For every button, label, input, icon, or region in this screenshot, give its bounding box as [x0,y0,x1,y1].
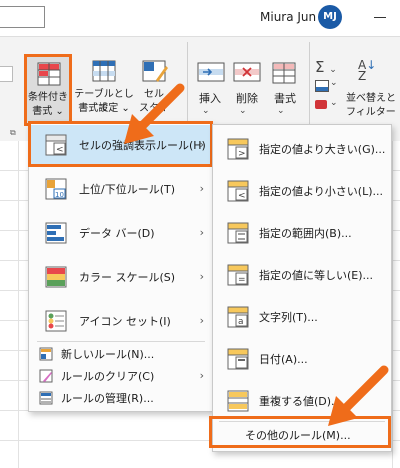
svg-text:a: a [238,317,244,327]
submenu-item-greater-than[interactable]: > 指定の値より大きい(G)... [213,129,391,169]
format-cells-icon [272,62,296,88]
insert-dropdown-icon[interactable]: ⌄ [202,106,210,116]
sort-az-icon: A↓ Z [358,58,377,83]
menu-item-label: 新しいルール(N)... [61,348,155,361]
submenu-item-label: 指定の値に等しい(E)... [259,269,374,282]
menu-item-icon-sets[interactable]: アイコン セット(I) › [29,301,212,341]
submenu-item-less-than[interactable]: < 指定の値より小さい(L)... [213,171,391,211]
menu-item-new-rule[interactable]: 新しいルール(N)... [29,343,212,365]
submenu-item-label: 指定の範囲内(B)... [259,227,352,240]
conditional-formatting-button[interactable]: 条件付き 書式 ⌄ [24,54,72,126]
delete-dropdown-icon[interactable]: ⌄ [239,106,247,116]
menu-item-label: ルールのクリア(C) [61,370,155,383]
dialog-launcher-icon[interactable]: ⧉ [10,128,16,138]
date-occurring-icon [227,348,249,370]
format-dropdown-icon[interactable]: ⌄ [277,106,285,116]
submenu-item-equal-to[interactable]: = 指定の値に等しい(E)... [213,255,391,295]
conditional-formatting-label-2: 書式 ⌄ [32,106,64,117]
duplicate-values-icon [227,390,249,412]
menu-item-manage-rules[interactable]: ルールの管理(R)... [29,387,212,409]
delete-label: 削除 [236,92,258,105]
sort-filter-label-1: 並べ替えと [346,93,396,104]
menu-item-color-scales[interactable]: カラー スケール(S) › [29,257,212,297]
menu-item-clear-rules[interactable]: ルールのクリア(C) › [29,365,212,387]
svg-text:>: > [238,149,246,159]
new-rule-icon [39,347,53,361]
submenu-item-label: 指定の値より小さい(L)... [259,185,383,198]
menu-item-label: カラー スケール(S) [79,271,176,284]
submenu-item-label: 文字列(T)... [259,311,318,324]
ribbon-separator [309,42,310,134]
submenu-item-between[interactable]: 指定の範囲内(B)... [213,213,391,253]
sort-filter-button[interactable]: A↓Z 並べ替えと フィルター ⌄ [344,54,400,132]
menu-item-top-bottom-rules[interactable]: 10 上位/下位ルール(T) › [29,169,212,209]
conditional-format-icon [37,62,61,86]
minimize-icon[interactable] [374,17,386,18]
table-icon [92,60,116,86]
grid-col-line [18,141,19,468]
conditional-formatting-label-1: 条件付き [28,92,68,103]
fill-dropdown-icon[interactable]: ⌄ [330,78,338,88]
between-icon [227,222,249,244]
menu-item-data-bars[interactable]: データ バー(D) › [29,213,212,253]
data-bars-icon [45,222,67,244]
submenu-item-label: 日付(A)... [259,353,308,366]
search-box[interactable] [0,6,45,28]
user-name: Miura Jun [260,10,317,24]
text-contains-icon: a [227,306,249,328]
clear-icon[interactable] [315,100,327,109]
format-button[interactable]: 書式 [267,54,303,126]
icon-sets-icon [45,310,67,332]
color-scales-icon [45,266,67,288]
top-bottom-icon: 10 [45,178,67,200]
menu-item-label: アイコン セット(I) [79,315,171,328]
menu-item-label: ルールの管理(R)... [61,392,154,405]
menu-item-label: データ バー(D) [79,227,155,240]
equal-to-icon: = [227,264,249,286]
avatar[interactable]: MJ [318,5,342,29]
less-than-icon: < [227,180,249,202]
delete-cells-icon [233,62,261,86]
submenu-arrow-icon: › [199,314,204,327]
fill-icon[interactable] [315,80,329,92]
clear-dropdown-icon[interactable]: ⌄ [330,98,338,108]
menu-item-label: 上位/下位ルール(T) [79,183,176,196]
pointer-arrow-icon [328,365,389,426]
submenu-arrow-icon: › [199,226,204,239]
clear-rules-icon [39,369,53,383]
submenu-item-text-contains[interactable]: a 文字列(T)... [213,297,391,337]
svg-text:=: = [238,275,246,285]
format-label: 書式 [274,92,296,105]
svg-text:<: < [238,191,246,201]
autosum-icon[interactable]: Σ ⌄ [315,58,337,76]
insert-cells-icon [197,62,225,86]
greater-than-icon: > [227,138,249,160]
pointer-arrow-icon [124,83,185,144]
manage-rules-icon [39,391,53,405]
ribbon-scroll-left[interactable] [0,66,13,82]
delete-button[interactable]: 削除 [229,54,265,126]
submenu-arrow-icon: › [199,369,204,382]
svg-text:10: 10 [55,191,64,199]
menu-divider [37,341,205,342]
insert-label: 挿入 [199,92,221,105]
submenu-arrow-icon: › [199,182,204,195]
submenu-arrow-icon: › [199,270,204,283]
submenu-item-label: 指定の値より大きい(G)... [259,143,386,156]
insert-button[interactable]: 挿入 [193,54,227,126]
